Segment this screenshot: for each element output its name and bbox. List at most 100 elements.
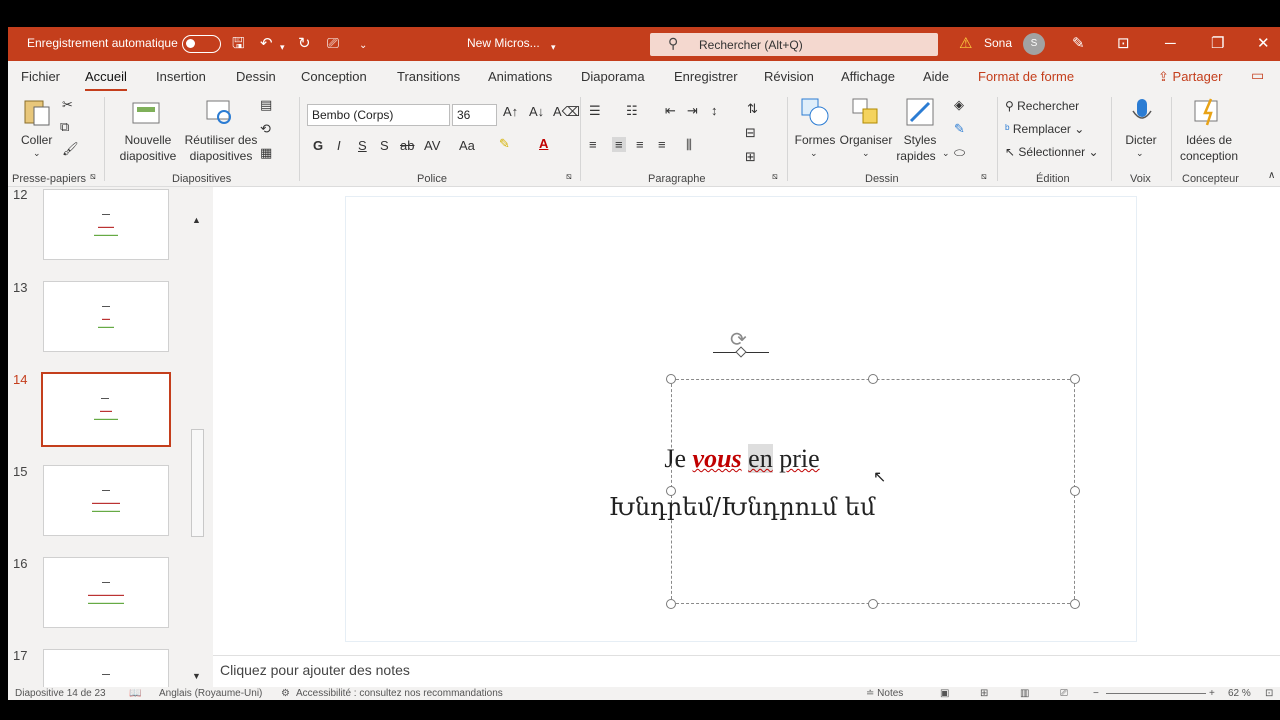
replace-button[interactable]: ᵇ Remplacer ⌄ [1005, 122, 1084, 137]
align-left-icon[interactable]: ≡ [589, 137, 597, 152]
shapes-dropdown-icon[interactable]: ⌄ [810, 148, 818, 159]
document-title[interactable]: New Micros... [467, 36, 540, 50]
reuse-slides-icon[interactable] [205, 97, 235, 127]
cut-icon[interactable]: ✂ [62, 97, 73, 113]
dictate-label[interactable]: Dicter [1117, 133, 1165, 148]
clipboard-launcher-icon[interactable]: ⧅ [90, 171, 96, 182]
accessibility-icon[interactable]: ⚙ [281, 688, 290, 699]
zoom-level[interactable]: 62 % [1228, 688, 1251, 699]
shape-fill-icon[interactable]: ◈ [954, 97, 964, 113]
quick-styles-label-2[interactable]: rapides [892, 149, 940, 164]
restore-icon[interactable]: ❐ [1211, 34, 1224, 54]
format-painter-icon[interactable]: 🖌 [62, 141, 79, 157]
tab-revision[interactable]: Révision [764, 69, 814, 84]
zoom-in-icon[interactable]: + [1209, 688, 1215, 699]
thumbnail-scrollbar[interactable] [191, 429, 204, 537]
layout-icon[interactable]: ▤ [260, 97, 272, 113]
bullets-icon[interactable]: ☰ [589, 103, 601, 119]
new-slide-label-2[interactable]: diapositive [110, 149, 186, 164]
scroll-down-icon[interactable]: ▼ [192, 671, 201, 681]
new-slide-icon[interactable] [131, 97, 161, 127]
save-icon[interactable]: 🖫 [232, 34, 245, 54]
font-name-combo[interactable]: Bembo (Corps) [307, 104, 450, 126]
section-icon[interactable]: ▦ [260, 145, 272, 161]
quick-styles-label-1[interactable]: Styles [896, 133, 944, 148]
align-right-icon[interactable]: ≡ [636, 137, 644, 152]
ribbon-display-icon[interactable]: ⊡ [1117, 34, 1130, 54]
undo-icon[interactable]: ↶ [260, 34, 273, 54]
zoom-out-icon[interactable]: − [1093, 688, 1099, 699]
selected-textbox[interactable] [671, 379, 1075, 604]
change-case-icon[interactable]: Aa [459, 138, 475, 153]
reset-icon[interactable]: ⟲ [260, 121, 271, 137]
columns-icon[interactable]: ⫼ [686, 137, 692, 153]
paste-button-label[interactable]: Coller [21, 133, 52, 148]
resize-handle[interactable] [868, 599, 878, 609]
highlight-icon[interactable]: ✎ [499, 136, 510, 152]
warning-icon[interactable]: ⚠ [959, 34, 972, 52]
bold-button[interactable]: G [313, 138, 323, 153]
find-button[interactable]: ⚲ Rechercher [1005, 99, 1079, 114]
collapse-ribbon-icon[interactable]: ∧ [1268, 170, 1275, 181]
notes-button[interactable]: ≐ Notes [866, 688, 903, 699]
slide-thumbnail-14[interactable]: ▬▬▬ ▬▬▬▬▬▬ [41, 372, 171, 447]
resize-handle[interactable] [666, 374, 676, 384]
search-box[interactable]: ⚲ Rechercher (Alt+Q) [650, 33, 938, 56]
arrange-label[interactable]: Organiser [838, 133, 894, 148]
avatar[interactable]: S [1023, 33, 1045, 55]
design-ideas-icon[interactable] [1193, 97, 1223, 127]
slide-thumbnail-16[interactable]: ▬▬▬▬▬▬▬▬▬ ▬▬▬▬▬▬▬▬▬ [43, 557, 169, 628]
slide-thumbnail-13[interactable]: ▬▬ ▬▬▬▬ [43, 281, 169, 352]
slide-14[interactable]: ⟳ Je vous en prie Խնդրեմ/Խնդրում եմ ↖ [345, 196, 1137, 642]
scroll-up-icon[interactable]: ▲ [192, 215, 201, 225]
close-icon[interactable]: ✕ [1257, 34, 1270, 54]
dictate-dropdown-icon[interactable]: ⌄ [1136, 148, 1144, 159]
tab-format-de-forme[interactable]: Format de forme [978, 69, 1074, 84]
paste-dropdown-icon[interactable]: ⌄ [33, 148, 41, 159]
design-ideas-label-1[interactable]: Idées de [1176, 133, 1242, 148]
slide-sorter-icon[interactable]: ⊞ [980, 688, 988, 699]
canvas-scrollbar[interactable] [1273, 187, 1280, 655]
autosave-toggle[interactable] [182, 35, 221, 53]
comments-icon[interactable]: ▭ [1251, 67, 1264, 84]
zoom-slider[interactable] [1106, 693, 1206, 694]
fit-to-window-icon[interactable]: ⊡ [1265, 688, 1273, 699]
design-ideas-label-2[interactable]: conception [1174, 149, 1244, 164]
french-phrase[interactable]: Je vous en prie [346, 444, 1138, 474]
numbering-icon[interactable]: ☷ [626, 103, 638, 119]
tab-fichier[interactable]: Fichier [21, 69, 60, 84]
accessibility-status[interactable]: Accessibilité : consultez nos recommanda… [296, 688, 503, 699]
font-launcher-icon[interactable]: ⧅ [566, 171, 572, 182]
paragraph-launcher-icon[interactable]: ⧅ [772, 171, 778, 182]
decrease-indent-icon[interactable]: ⇤ [665, 103, 676, 119]
resize-handle[interactable] [1070, 374, 1080, 384]
resize-handle[interactable] [868, 374, 878, 384]
tab-transitions[interactable]: Transitions [397, 69, 460, 84]
italic-button[interactable]: I [337, 138, 341, 153]
paste-icon[interactable] [22, 97, 52, 127]
font-color-icon[interactable]: A [539, 136, 548, 151]
shadow-button[interactable]: S [380, 138, 389, 153]
tab-diaporama[interactable]: Diaporama [581, 69, 645, 84]
language-indicator[interactable]: Anglais (Royaume-Uni) [159, 688, 262, 699]
select-button[interactable]: ↖ Sélectionner ⌄ [1005, 145, 1099, 160]
doc-title-dropdown-icon[interactable]: ▾ [551, 37, 556, 57]
tab-enregistrer[interactable]: Enregistrer [674, 69, 738, 84]
new-slide-label-1[interactable]: Nouvelle [116, 133, 180, 148]
increase-indent-icon[interactable]: ⇥ [687, 103, 698, 119]
drawing-launcher-icon[interactable]: ⧅ [981, 171, 987, 182]
reuse-slides-label-2[interactable]: diapositives [180, 149, 262, 164]
char-spacing-icon[interactable]: AV [424, 138, 440, 153]
strikethrough-icon[interactable]: ab [400, 138, 414, 153]
share-button[interactable]: ⇪ Partager [1158, 69, 1222, 85]
customize-toolbar-icon[interactable]: ⌄ [359, 36, 367, 56]
spellcheck-icon[interactable]: 📖 [129, 688, 141, 699]
copy-icon[interactable]: ⧉ [60, 119, 69, 135]
clear-formatting-icon[interactable]: A⌫ [553, 104, 580, 120]
normal-view-icon[interactable]: ▣ [940, 688, 949, 699]
justify-icon[interactable]: ≡ [658, 137, 666, 152]
align-text-icon[interactable]: ⊟ [745, 125, 756, 141]
minimize-icon[interactable]: ─ [1165, 34, 1176, 54]
redo-icon[interactable]: ↻ [298, 34, 311, 54]
pen-icon[interactable]: ✎ [1072, 34, 1085, 54]
